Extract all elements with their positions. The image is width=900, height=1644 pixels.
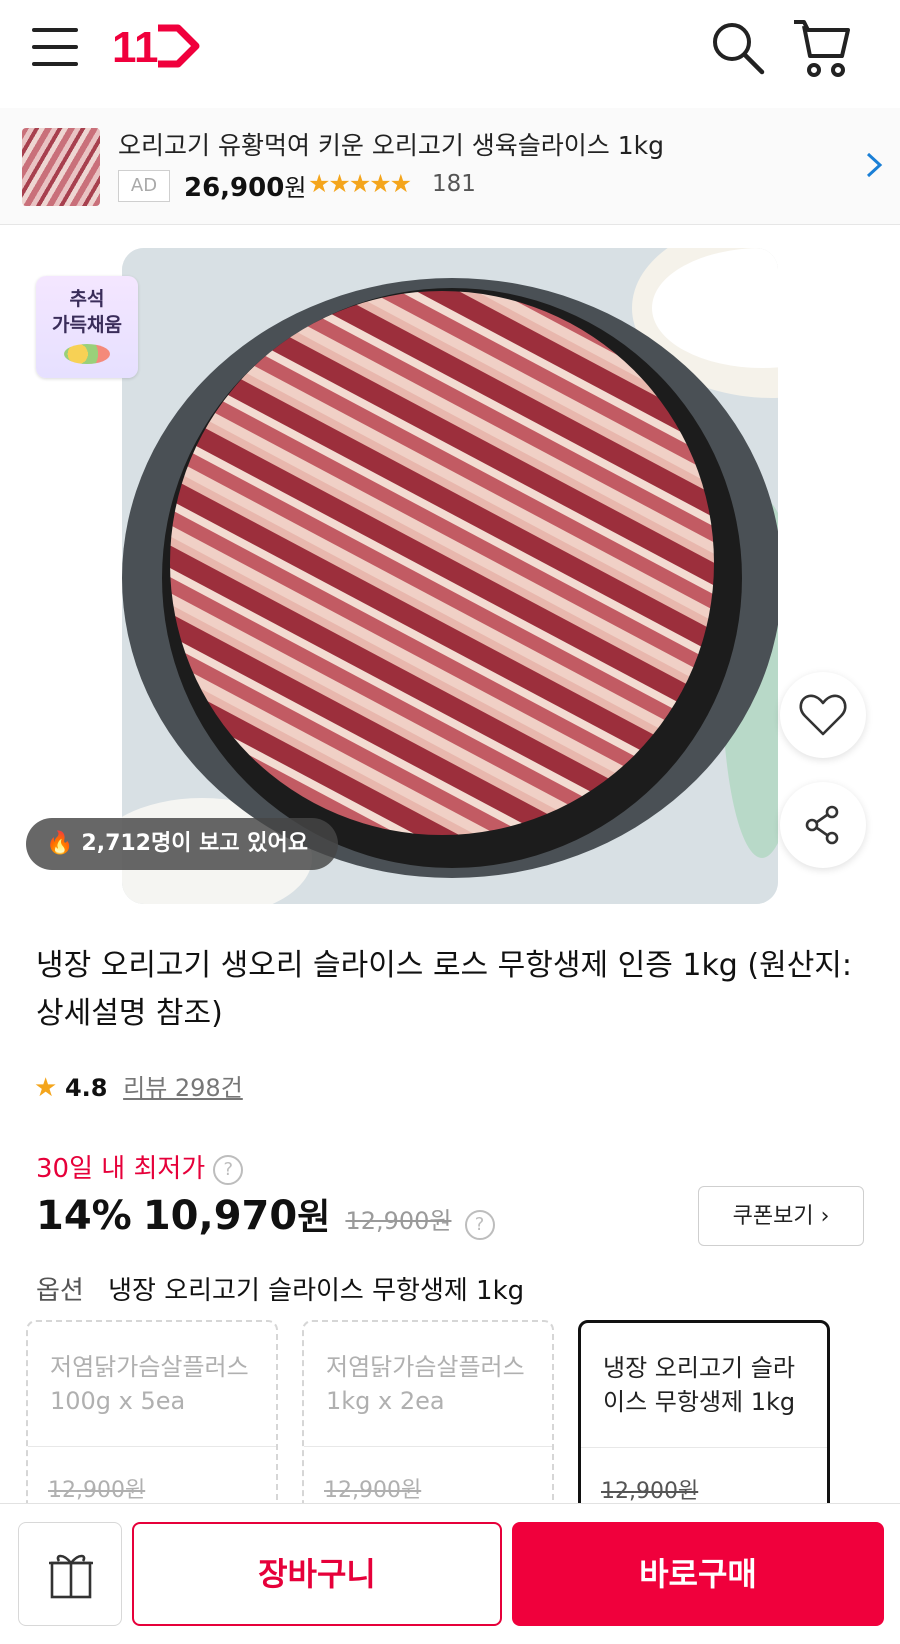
option-card-selected[interactable]: 냉장 오리고기 슬라이스 무항생제 1kg 12,900원	[578, 1320, 830, 1520]
review-count-link[interactable]: 리뷰 298건	[123, 1074, 243, 1102]
top-header: 11	[0, 0, 900, 109]
sale-price-currency: 원	[297, 1197, 331, 1238]
ad-thumbnail	[22, 128, 100, 206]
option-selected-value: 냉장 오리고기 슬라이스 무항생제 1kg	[108, 1276, 525, 1306]
logo-text: 11	[112, 23, 159, 72]
ad-price-currency: 원	[284, 174, 307, 202]
option-card-name: 저염닭가슴살플러스 100g x 5ea	[50, 1353, 249, 1415]
chevron-right-icon: ›	[820, 1204, 830, 1229]
ad-banner[interactable]: 오리고기 유황먹여 키운 오리고기 생육슬라이스 1kg AD 26,900원 …	[0, 108, 900, 225]
rating-score: 4.8	[64, 1074, 108, 1102]
original-price: 12,900원	[345, 1207, 452, 1235]
divider	[581, 1447, 827, 1448]
product-title: 냉장 오리고기 생오리 슬라이스 로스 무항생제 인증 1kg (원산지: 상세…	[36, 948, 853, 1031]
chuseok-event-badge: 추석가득채움	[36, 276, 138, 378]
option-card-price: 12,900원	[601, 1479, 699, 1504]
star-icon: ★	[34, 1073, 58, 1103]
product-image[interactable]	[122, 248, 778, 904]
menu-icon[interactable]	[30, 22, 82, 72]
ad-price-value: 26,900	[184, 173, 285, 203]
discount-rate: 14%	[36, 1193, 132, 1239]
ad-rating-stars: ★★★★★	[308, 169, 412, 198]
sale-price: 10,970	[142, 1193, 298, 1239]
coupon-label: 쿠폰보기	[732, 1204, 814, 1229]
badge-line-2: 가득채움	[52, 314, 122, 336]
fruit-icon	[64, 344, 110, 364]
lowest-price-label: 30일 내 최저가?	[36, 1148, 244, 1185]
site-logo[interactable]: 11	[112, 18, 202, 74]
lowest-price-text: 30일 내 최저가	[36, 1154, 206, 1184]
price-help-icon[interactable]: ?	[464, 1209, 495, 1240]
option-card-price: 12,900원	[324, 1478, 422, 1503]
option-card-name: 저염닭가슴살플러스 1kg x 2ea	[326, 1353, 525, 1415]
ad-price: 26,900원	[184, 168, 306, 203]
option-card-name: 냉장 오리고기 슬라이스 무항생제 1kg	[603, 1354, 796, 1416]
ad-title: 오리고기 유황먹여 키운 오리고기 생육슬라이스 1kg	[118, 131, 664, 160]
search-icon[interactable]	[708, 18, 768, 78]
help-icon[interactable]: ?	[213, 1154, 244, 1185]
option-card[interactable]: 저염닭가슴살플러스 1kg x 2ea 12,900원	[302, 1320, 554, 1520]
option-label: 옵션	[36, 1276, 84, 1306]
heart-icon	[799, 694, 847, 736]
divider	[304, 1446, 552, 1447]
ad-review-count: 181	[432, 171, 476, 197]
badge-line-1: 추석	[69, 288, 105, 310]
cart-icon[interactable]	[790, 16, 854, 80]
viewers-text: 2,712명이 보고 있어요	[81, 831, 308, 856]
ad-badge: AD	[118, 170, 170, 202]
like-button[interactable]	[780, 672, 866, 758]
live-viewers-badge: 🔥 2,712명이 보고 있어요	[26, 818, 338, 870]
coupon-button[interactable]: 쿠폰보기 ›	[698, 1186, 864, 1246]
option-card-price: 12,900원	[48, 1478, 146, 1503]
add-to-cart-button[interactable]: 장바구니	[132, 1522, 502, 1626]
share-button[interactable]	[780, 782, 866, 868]
fire-icon: 🔥	[46, 831, 74, 856]
divider	[28, 1446, 276, 1447]
option-row: 옵션 냉장 오리고기 슬라이스 무항생제 1kg	[36, 1270, 524, 1307]
share-icon	[805, 805, 839, 845]
product-rating: ★ 4.8 리뷰 298건	[34, 1068, 243, 1103]
buy-now-button[interactable]: 바로구매	[512, 1522, 884, 1626]
gift-icon	[49, 1554, 93, 1599]
chevron-right-icon[interactable]	[862, 148, 886, 182]
bottom-action-bar: 장바구니 바로구매	[0, 1503, 900, 1644]
price-row: 14% 10,970원 12,900원 ?	[36, 1188, 495, 1240]
option-card[interactable]: 저염닭가슴살플러스 100g x 5ea 12,900원	[26, 1320, 278, 1520]
gift-button[interactable]	[18, 1522, 122, 1626]
